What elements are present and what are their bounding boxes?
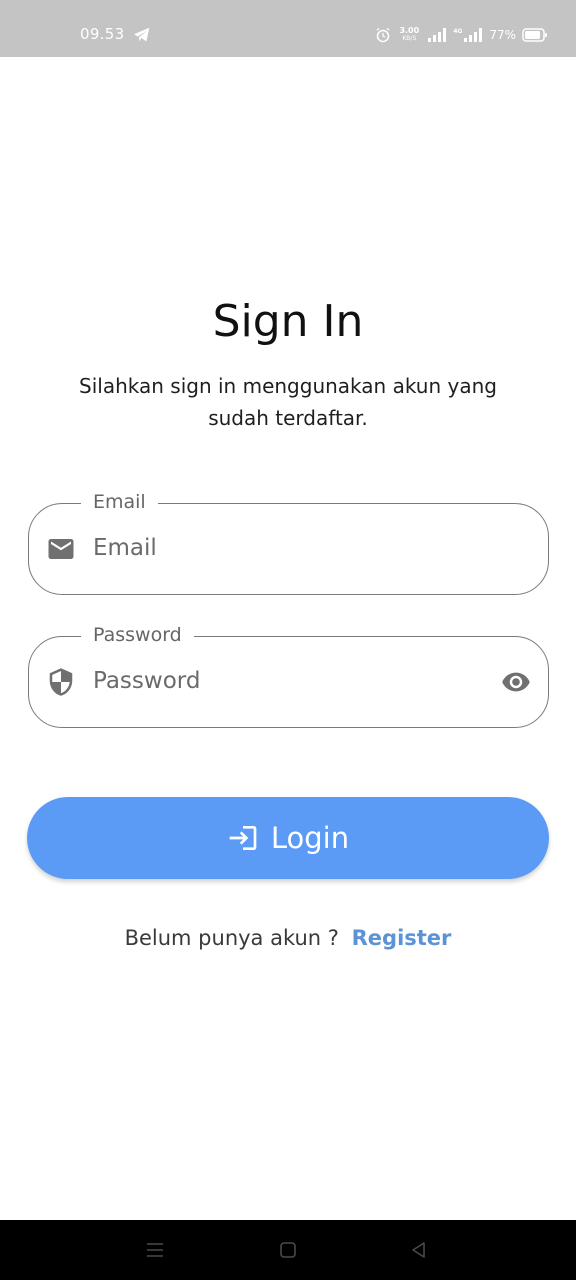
signal-icon — [428, 28, 447, 42]
register-prompt: Belum punya akun ? — [124, 926, 339, 950]
email-field-label: Email — [81, 489, 158, 515]
telegram-icon — [134, 27, 150, 42]
email-icon — [48, 539, 74, 559]
battery-percent: 77% — [489, 28, 516, 42]
network-speed-unit: KB/S — [402, 35, 417, 42]
page-title: Sign In — [212, 296, 364, 347]
email-field[interactable]: Email — [28, 489, 549, 595]
login-button-label: Login — [270, 821, 350, 855]
login-icon — [229, 826, 257, 850]
navigation-bar — [0, 1220, 576, 1280]
shield-icon — [49, 668, 73, 696]
register-row: Belum punya akun ? Register — [0, 926, 576, 950]
register-link[interactable]: Register — [352, 926, 452, 950]
email-input[interactable] — [93, 526, 473, 570]
password-field-label: Password — [81, 622, 194, 648]
page-subtitle: Silahkan sign in menggunakan akun yang s… — [79, 374, 497, 430]
signal-icon-2 — [464, 28, 483, 42]
network-speed-value: 3.00 — [399, 26, 420, 35]
password-field[interactable]: Password — [28, 622, 549, 728]
alarm-icon — [376, 27, 390, 43]
network-speed: 3.00 KB/S — [397, 27, 421, 43]
home-icon[interactable] — [279, 1241, 297, 1259]
status-bar: 09.53 3.00 KB/S 4G 77% — [0, 0, 576, 57]
back-icon[interactable] — [409, 1240, 429, 1260]
network-type: 4G — [453, 28, 463, 35]
status-time: 09.53 — [80, 25, 125, 43]
password-input[interactable] — [93, 659, 473, 703]
login-button[interactable]: Login — [27, 797, 549, 879]
battery-icon — [522, 28, 547, 42]
eye-icon[interactable] — [500, 667, 532, 697]
menu-icon[interactable] — [145, 1240, 165, 1260]
status-icons: 3.00 KB/S 4G 77% — [375, 24, 548, 46]
